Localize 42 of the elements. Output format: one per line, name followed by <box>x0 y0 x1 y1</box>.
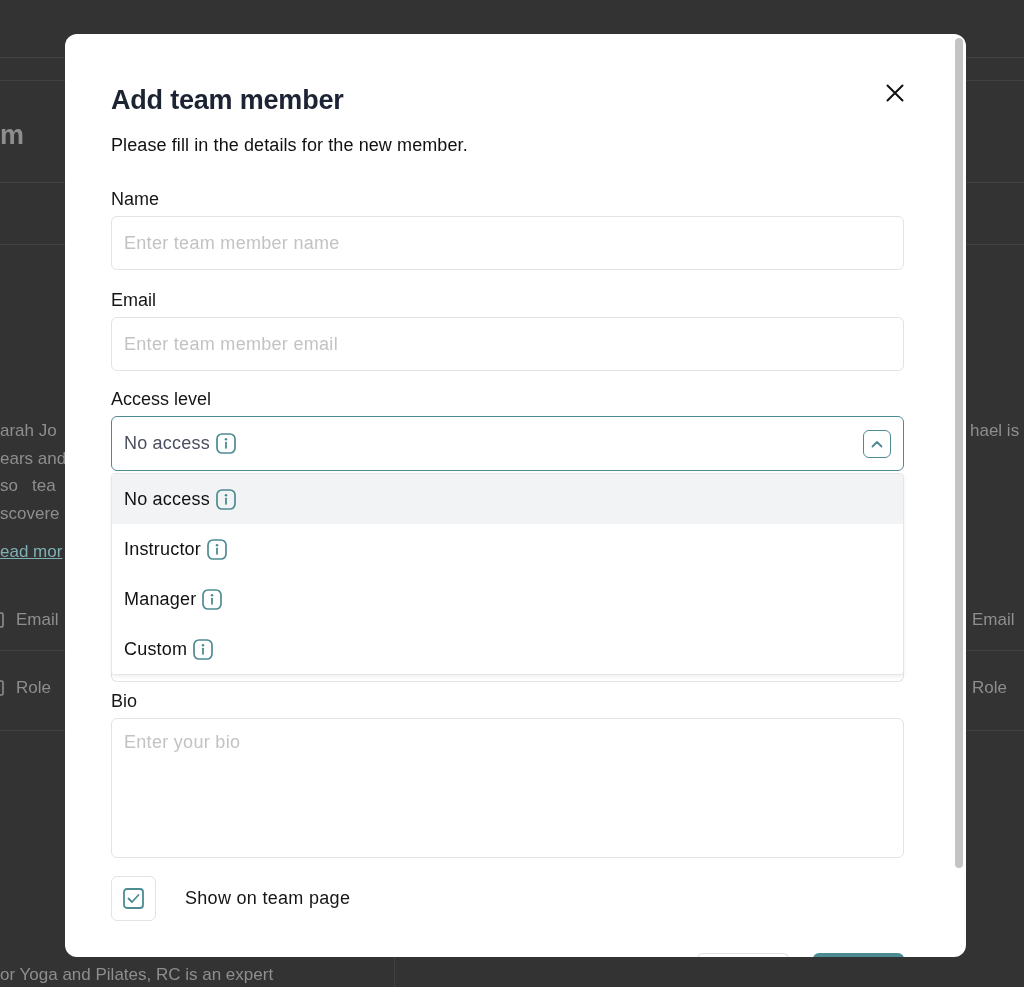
detail-label: Email <box>16 609 59 631</box>
cropped-icon <box>0 680 4 696</box>
input-field[interactable]: Enter team member name <box>111 216 904 270</box>
page-heading: m <box>0 118 24 151</box>
scrollbar-thumb[interactable] <box>955 38 963 868</box>
field-label: Email <box>111 289 156 311</box>
checked-box-icon <box>123 888 144 909</box>
field-label: Name <box>111 188 159 210</box>
info-icon <box>215 488 236 510</box>
bio-text: scovere <box>0 502 60 525</box>
input-field[interactable]: Enter team member email <box>111 317 904 371</box>
dropdown-option[interactable]: Custom <box>112 624 903 674</box>
checkbox[interactable] <box>111 876 156 921</box>
close-button[interactable] <box>886 84 904 102</box>
detail-label: Email <box>972 609 1015 631</box>
text-link[interactable]: ead mor <box>0 539 63 566</box>
textarea-field[interactable]: Enter your bio <box>111 718 904 858</box>
detail-label: Role <box>972 677 1007 699</box>
close-icon <box>886 84 904 102</box>
bio-text: or Yoga and Pilates, RC is an expert <box>0 964 274 986</box>
info-icon <box>202 588 223 610</box>
input-field[interactable] <box>111 671 904 682</box>
dropdown-option[interactable]: Manager <box>112 574 903 624</box>
dropdown-option[interactable]: Instructor <box>112 524 903 574</box>
bio-text: so tea <box>0 475 56 498</box>
cropped-icon <box>0 612 4 628</box>
info-icon <box>207 538 228 560</box>
field-label: Access level <box>111 388 212 410</box>
dropdown-toggle-button[interactable] <box>863 429 891 458</box>
info-icon <box>193 638 214 660</box>
bio-text: ears and <box>0 447 67 470</box>
bio-text: arah Jo <box>0 420 57 442</box>
dropdown-option[interactable]: No access <box>112 474 903 524</box>
info-icon <box>215 433 236 454</box>
bio-text: hael is <box>970 420 1020 442</box>
dialog-title: Add team member <box>111 84 344 116</box>
checkbox-label: Show on team page <box>185 888 351 909</box>
dialog-subtitle: Please fill in the details for the new member. <box>111 134 469 157</box>
chevron-up-icon <box>871 439 883 448</box>
field-label: Bio <box>111 690 137 712</box>
detail-label: Role <box>16 677 51 699</box>
select-field[interactable]: No access <box>111 416 904 471</box>
